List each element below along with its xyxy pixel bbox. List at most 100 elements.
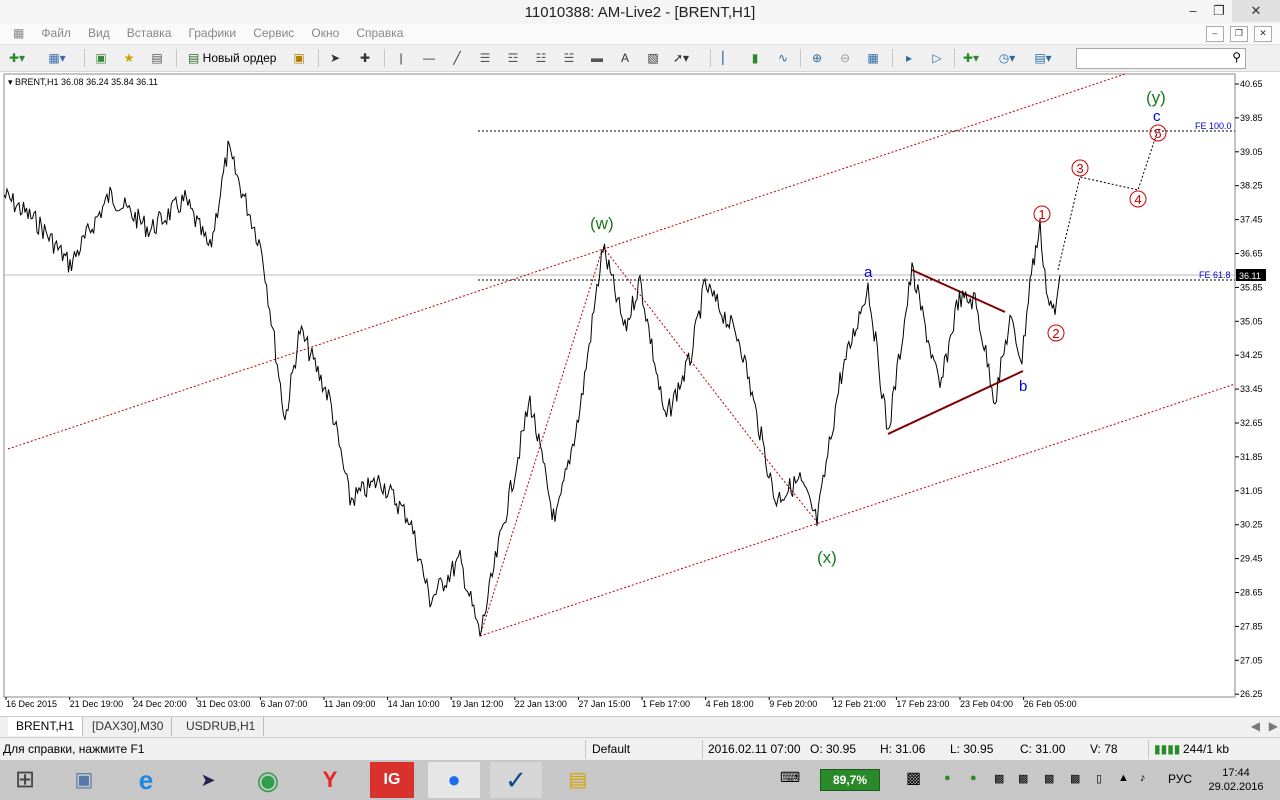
tray-app-icon-3[interactable]: ▩	[994, 772, 1004, 785]
child-minimize-button[interactable]: –	[1205, 26, 1224, 42]
tray-app-icon-1[interactable]: ●	[944, 772, 951, 784]
search-icon[interactable]: ⚲	[1232, 50, 1241, 64]
ig-icon[interactable]: IG	[370, 762, 414, 798]
price-axis-label: 39.85	[1240, 113, 1263, 123]
rectangle-icon[interactable]: ▬	[588, 49, 606, 67]
task-manager-icon[interactable]: ▣	[58, 762, 110, 798]
mouse-icon[interactable]: ▩	[906, 768, 921, 788]
chart-menu-icon[interactable]: ▾	[8, 77, 15, 87]
tray-app-icon-5[interactable]: ▩	[1044, 772, 1054, 785]
terminal-icon[interactable]: ▤	[148, 49, 166, 67]
child-close-button[interactable]: ✕	[1254, 26, 1272, 42]
price-axis-label: 27.05	[1240, 655, 1263, 665]
chart-shift-icon[interactable]: ▷	[928, 49, 946, 67]
tray-app-icon-2[interactable]: ●	[970, 772, 977, 784]
metatrader-icon[interactable]: ✓	[490, 762, 542, 798]
status-traffic: 244/1 kb	[1183, 742, 1230, 756]
text-label-icon[interactable]: ▧	[644, 49, 662, 67]
maximize-button[interactable]: ❐	[1204, 0, 1234, 22]
language-indicator[interactable]: РУС	[1168, 772, 1192, 786]
tray-app-icon-6[interactable]: ▩	[1070, 772, 1080, 785]
price-axis-label: 29.45	[1240, 554, 1263, 564]
wave-label-n3: 3	[1076, 161, 1083, 176]
time-axis-label: 22 Jan 13:00	[515, 699, 567, 709]
price-axis-label: 40.65	[1240, 79, 1263, 89]
battery-meter[interactable]: 89,7%	[820, 769, 880, 791]
price-axis-label: 36.65	[1240, 249, 1263, 259]
templates-icon[interactable]: ▤▾	[1034, 49, 1052, 67]
clock[interactable]: 17:44 29.02.2016	[1204, 766, 1268, 794]
chrome-icon[interactable]: ◉	[242, 762, 294, 798]
teamviewer-icon[interactable]: ➤	[182, 762, 234, 798]
horizontal-line-icon[interactable]: —	[420, 49, 438, 67]
tab-usdrub-h1[interactable]: USDRUB,H1	[178, 717, 265, 736]
yandex-browser-icon[interactable]: Y	[304, 762, 356, 798]
status-open: O: 30.95	[810, 742, 857, 756]
zoom-in-icon[interactable]: ⊕	[808, 49, 826, 67]
tab-dax30-m30[interactable]: [DAX30],M30	[84, 717, 173, 736]
fibo-retracement-icon[interactable]: ☲	[504, 49, 522, 67]
price-chart-svg: 40.65 39.85 39.05 38.25 37.45 36.65 35.85 35.05…	[3, 73, 1266, 709]
arrows-icon[interactable]: ➚▾	[672, 49, 690, 67]
market-watch-icon[interactable]: ▣	[92, 49, 110, 67]
price-axis-label: 26.25	[1240, 689, 1263, 699]
battery-icon[interactable]: ▯	[1096, 772, 1102, 785]
status-high: H: 31.06	[880, 742, 926, 756]
status-help: Для справки, нажмите F1	[3, 742, 145, 756]
expert-advisors-icon[interactable]: ▣	[290, 49, 308, 67]
windows-start-icon[interactable]: ⊞	[0, 762, 50, 798]
bar-chart-icon[interactable]: ▏	[718, 49, 736, 67]
keyboard-icon[interactable]: ⌨	[780, 769, 800, 786]
tray-app-icon-4[interactable]: ▩	[1018, 772, 1028, 785]
app-dots-icon[interactable]: ●	[428, 762, 480, 798]
line-chart-icon[interactable]: ∿	[774, 49, 792, 67]
tile-windows-icon[interactable]: ▦	[864, 49, 882, 67]
status-bar: Для справки, нажмите F1 Default 2016.02.…	[0, 737, 1280, 761]
equidistant-channel-icon[interactable]: ☰	[476, 49, 494, 67]
menu-file[interactable]: Файл	[34, 24, 78, 43]
menu-help[interactable]: Справка	[349, 24, 410, 43]
new-chart-icon[interactable]: ✚▾	[8, 49, 26, 67]
navigator-icon[interactable]: ★	[120, 49, 138, 67]
internet-explorer-icon[interactable]: e	[120, 762, 172, 798]
menu-insert[interactable]: Вставка	[120, 24, 179, 43]
time-axis-label: 24 Dec 20:00	[133, 699, 187, 709]
cursor-icon[interactable]: ➤	[326, 49, 344, 67]
tab-brent-h1[interactable]: BRENT,H1	[8, 717, 84, 736]
fibo-fan-icon[interactable]: ☳	[532, 49, 550, 67]
time-axis-label: 17 Feb 23:00	[896, 699, 949, 709]
text-icon[interactable]: A	[616, 49, 634, 67]
candlestick-icon[interactable]: ▮	[746, 49, 764, 67]
periods-icon[interactable]: ◷▾	[998, 49, 1016, 67]
new-order-icon: ▤	[188, 51, 203, 65]
menu-view[interactable]: Вид	[81, 24, 117, 43]
menu-charts[interactable]: Графики	[181, 24, 243, 43]
close-button[interactable]: ✕	[1232, 0, 1280, 22]
crosshair-icon[interactable]: ✚	[356, 49, 374, 67]
vertical-line-icon[interactable]: |	[392, 49, 410, 67]
chart-area[interactable]: 40.65 39.85 39.05 38.25 37.45 36.65 35.85 35.05…	[0, 72, 1280, 712]
network-icon[interactable]: ▲	[1118, 772, 1129, 784]
fibo-expansion-icon[interactable]: ☱	[560, 49, 578, 67]
file-explorer-icon[interactable]: ▤	[552, 762, 604, 798]
tab-scroll-right-icon[interactable]: ▶	[1267, 717, 1280, 736]
zoom-out-icon[interactable]: ⊖	[836, 49, 854, 67]
tab-scroll-left-icon[interactable]: ◀	[1243, 717, 1268, 736]
menu-bar: ▦ Файл Вид Вставка Графики Сервис Окно С…	[0, 24, 1280, 45]
autoscroll-icon[interactable]: ▸	[900, 49, 918, 67]
child-restore-button[interactable]: ❐	[1229, 26, 1248, 42]
indicators-icon[interactable]: ✚▾	[962, 49, 980, 67]
menu-tools[interactable]: Сервис	[246, 24, 301, 43]
app-icon[interactable]: ▦	[6, 24, 31, 43]
price-axis-label: 34.25	[1240, 350, 1263, 360]
time-axis-label: 9 Feb 20:00	[769, 699, 817, 709]
menu-window[interactable]: Окно	[304, 24, 346, 43]
price-axis-label: 32.65	[1240, 418, 1263, 428]
wave-label-n2: 2	[1052, 326, 1059, 341]
profiles-icon[interactable]: ▦▾	[48, 49, 66, 67]
new-order-button[interactable]: ▤ Новый ордер	[184, 48, 280, 68]
trendline-icon[interactable]: ╱	[448, 49, 466, 67]
volume-icon[interactable]: ♪	[1140, 772, 1146, 784]
wave-label-n5: 5	[1154, 126, 1161, 141]
search-input[interactable]: ⚲	[1076, 48, 1246, 69]
